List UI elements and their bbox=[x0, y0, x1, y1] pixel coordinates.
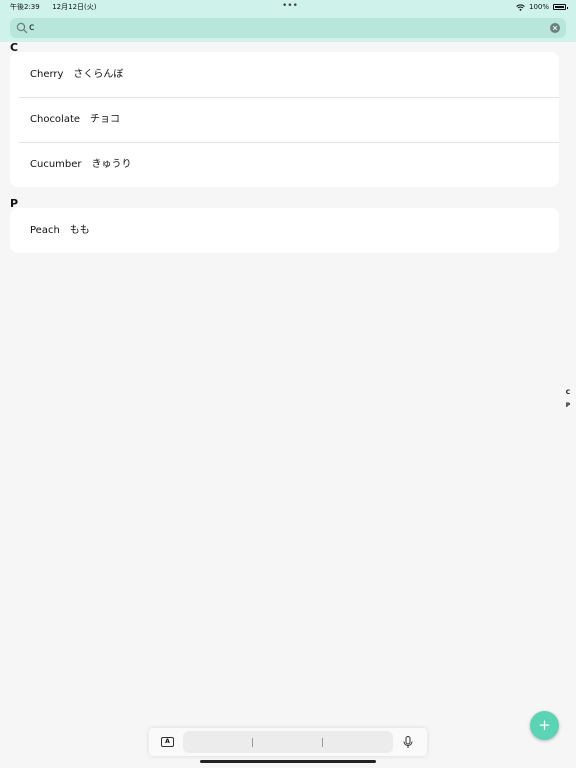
suggestion-divider bbox=[322, 738, 323, 747]
keyboard-shortcut-bar: A bbox=[149, 728, 427, 756]
keyboard-toggle-icon[interactable]: A bbox=[161, 737, 174, 747]
microphone-icon[interactable] bbox=[403, 736, 413, 749]
home-indicator bbox=[200, 760, 376, 763]
wifi-icon bbox=[516, 3, 525, 11]
section-list-p: Peach もも bbox=[10, 208, 559, 253]
status-bar: 午後2:39 12月12日(火) ••• 100% bbox=[0, 0, 576, 14]
list-item-label: Cucumber きゅうり bbox=[30, 159, 132, 170]
multitasking-dots[interactable]: ••• bbox=[282, 0, 298, 13]
list-item[interactable]: Peach もも bbox=[10, 208, 559, 253]
status-right: 100% bbox=[516, 0, 568, 14]
battery-icon bbox=[553, 4, 568, 10]
list-item[interactable]: Chocolate チョコ bbox=[10, 97, 559, 142]
list-item[interactable]: Cherry さくらんぼ bbox=[10, 52, 559, 97]
section-index-c[interactable]: C bbox=[563, 389, 573, 396]
battery-percent: 100% bbox=[528, 3, 549, 11]
list-item-label: Cherry さくらんぼ bbox=[30, 69, 124, 80]
predictive-text-bar[interactable] bbox=[183, 731, 393, 753]
list-item-label: Peach もも bbox=[30, 225, 90, 236]
search-icon bbox=[16, 22, 28, 34]
add-button[interactable]: + bbox=[530, 711, 559, 740]
status-time-text: 午後2:39 bbox=[10, 3, 40, 11]
list-item-label: Chocolate チョコ bbox=[30, 114, 121, 125]
section-index-p[interactable]: P bbox=[563, 402, 573, 409]
section-list-c: Cherry さくらんぼ Chocolate チョコ Cucumber きゅうり bbox=[10, 52, 559, 187]
suggestion-divider bbox=[252, 738, 253, 747]
list-item[interactable]: Cucumber きゅうり bbox=[10, 142, 559, 187]
search-bar[interactable]: c bbox=[10, 18, 566, 38]
status-date-text: 12月12日(火) bbox=[52, 3, 97, 11]
clear-icon[interactable] bbox=[550, 23, 560, 33]
search-input[interactable]: c bbox=[29, 18, 35, 38]
status-time: 午後2:39 12月12日(火) bbox=[10, 0, 96, 14]
plus-icon: + bbox=[538, 715, 551, 734]
